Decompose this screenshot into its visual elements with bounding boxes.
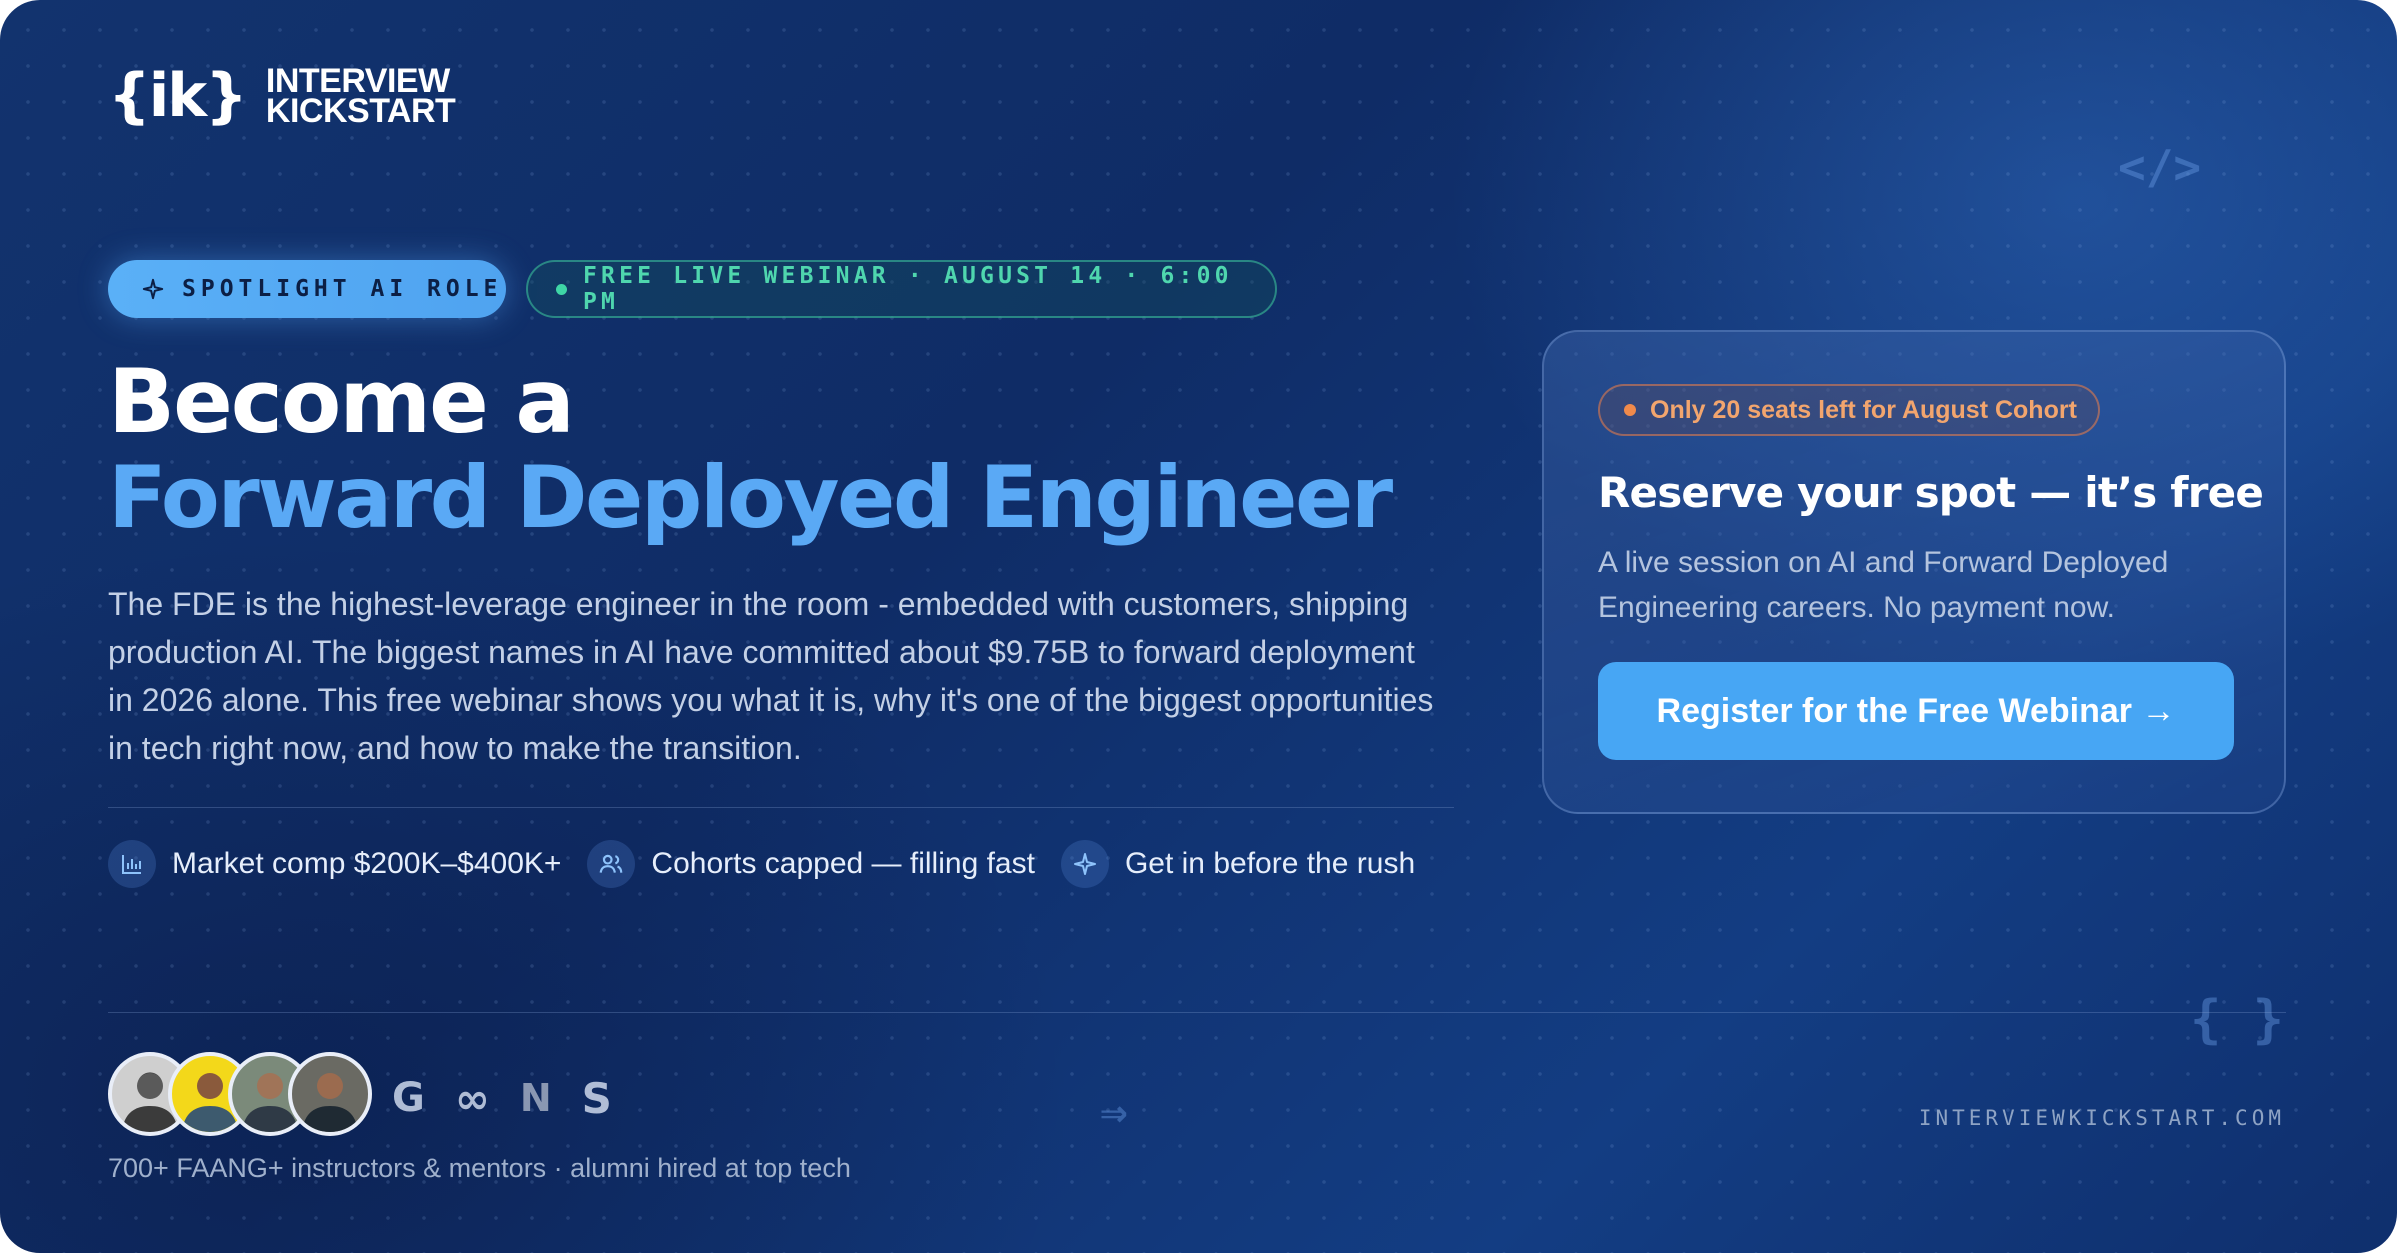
google-logo-icon: G	[392, 1075, 425, 1121]
feature-text: Market comp $200K–$400K+	[172, 847, 562, 880]
brand-logo[interactable]: {ik} INTERVIEW KICKSTART	[108, 61, 456, 131]
avatar	[288, 1052, 372, 1136]
webinar-banner: {ik} INTERVIEW KICKSTART </> { } ⇒ SPOTL…	[0, 0, 2397, 1253]
sparkle-icon	[142, 278, 164, 300]
company-logos: G ∞ N S	[392, 1070, 612, 1126]
headline-line-1: Become a	[108, 350, 575, 453]
arrow-icon: ⇒	[1100, 1084, 1128, 1138]
website-link[interactable]: INTERVIEWKICKSTART.COM	[1919, 1106, 2285, 1130]
brand-line-2: KICKSTART	[265, 92, 456, 130]
alert-dot-icon	[1624, 404, 1636, 416]
brand-mark: {ik}	[108, 61, 248, 131]
feature-item: Cohorts capped — filling fast	[587, 840, 1035, 888]
description: The FDE is the highest-leverage engineer…	[108, 586, 1434, 766]
feature-text: Get in before the rush	[1124, 847, 1416, 880]
register-button[interactable]: Register for the Free Webinar →	[1598, 662, 2234, 760]
card-title: Reserve your spot — it’s free	[1598, 468, 2264, 517]
live-dot-icon	[556, 283, 567, 295]
meta-logo-icon: ∞	[454, 1073, 490, 1123]
webinar-date-badge: FREE LIVE WEBINAR · AUGUST 14 · 6:00 PM	[526, 260, 1277, 318]
card-subtitle: A live session on AI and Forward Deploye…	[1598, 546, 2169, 624]
brand-wordmark: INTERVIEW KICKSTART	[265, 64, 456, 130]
braces-icon: { }	[2190, 990, 2284, 1050]
seats-left-label: Only 20 seats left for August Cohort	[1650, 395, 2077, 424]
stripe-logo-icon: S	[581, 1073, 612, 1123]
seats-left-badge: Only 20 seats left for August Cohort	[1598, 384, 2100, 436]
divider	[108, 807, 1454, 808]
mentor-avatars	[108, 1052, 372, 1136]
users-icon	[587, 840, 636, 888]
spotlight-badge: SPOTLIGHT AI ROLE	[108, 260, 506, 318]
netflix-logo-icon: N	[519, 1076, 552, 1120]
spotlight-badge-label: SPOTLIGHT AI ROLE	[182, 276, 503, 302]
feature-item: Get in before the rush	[1060, 840, 1416, 888]
feature-list: Market comp $200K–$400K+ Cohorts capped …	[108, 838, 1441, 890]
bar-chart-icon	[108, 840, 156, 888]
alumni-caption: 700+ FAANG+ instructors & mentors · alum…	[108, 1153, 851, 1183]
footer-divider	[108, 1012, 2286, 1013]
code-tag-icon: </>	[2118, 140, 2202, 194]
webinar-date-label: FREE LIVE WEBINAR · AUGUST 14 · 6:00 PM	[583, 263, 1233, 315]
headline-line-2: Forward Deployed Engineer	[108, 448, 1393, 548]
sparkle-icon	[1060, 840, 1109, 888]
feature-item: Market comp $200K–$400K+	[108, 840, 561, 888]
feature-text: Cohorts capped — filling fast	[651, 847, 1035, 880]
registration-card: Only 20 seats left for August Cohort Res…	[1542, 330, 2286, 814]
